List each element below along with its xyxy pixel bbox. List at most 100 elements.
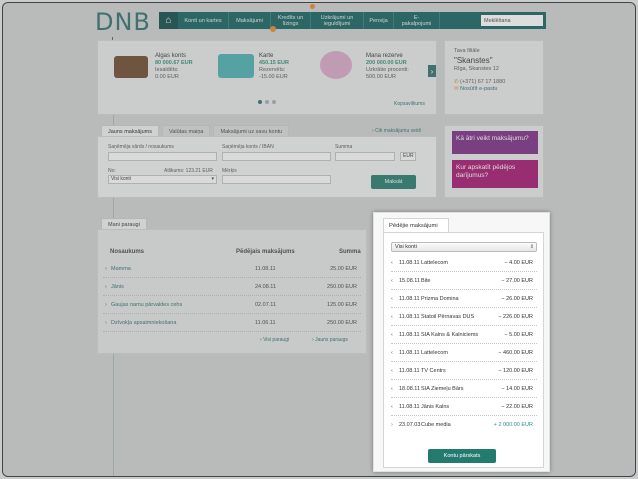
new-template-label: Jauns paraugs — [315, 337, 348, 343]
summary-link[interactable]: Kopsavilkums — [394, 101, 425, 107]
branch-phone-text: (+371) 67 17 1880 — [460, 79, 506, 85]
purpose-field[interactable] — [222, 175, 331, 184]
other-payments-link[interactable]: › Citi maksājumu veidi — [372, 128, 421, 134]
all-templates-link[interactable]: › Visi paraugi — [260, 337, 289, 343]
account-card[interactable]: Mana rezerve 200 000.00 EUR Uzkrātie pro… — [366, 53, 409, 81]
accounts-panel: Algas konts 80 000.67 EUR Iesaldēts: 0.0… — [97, 40, 437, 115]
branch-address: Rīga, Skanstes 12 — [454, 66, 499, 72]
card-icon — [218, 54, 254, 78]
template-date: 02.07.11 — [255, 302, 277, 308]
branch-phone[interactable]: ✆ (+371) 67 17 1880 — [454, 79, 534, 86]
search-input[interactable]: Meklēšana — [481, 15, 543, 26]
nav-item-credit[interactable]: Kredīts un līzings — [271, 12, 311, 29]
payment-amount: − 22.00 EUR — [501, 404, 533, 410]
chevron-right-icon: › — [105, 266, 107, 272]
account-sub-label: Uzkrātie procenti: — [366, 67, 409, 73]
payment-name: Prizma Domina — [421, 296, 459, 302]
branch-email[interactable]: ✉ Nosūtīt e-pastu — [454, 86, 534, 93]
new-template-link[interactable]: › Jauns paraugs — [312, 337, 348, 343]
list-item[interactable]: › 23.07.03 Cube media + 2 000.00 EUR — [391, 416, 537, 434]
payment-date: 11.08.11 — [399, 260, 420, 266]
nav-item-accounts[interactable]: Konti un kartes — [178, 12, 229, 29]
payment-name: Lattelecom — [421, 260, 448, 266]
active-nav-indicator — [270, 26, 276, 32]
payment-date: 15.08.11 — [399, 278, 421, 284]
table-row[interactable]: › Jānis 24.08.11 250.00 EUR — [103, 278, 361, 296]
list-item[interactable]: ‹ 11.08.11 Prizma Domina − 26.00 EUR — [391, 290, 537, 308]
from-account-select[interactable]: Visi konti ▾ — [108, 175, 217, 184]
col-last-payment: Pēdējais maksājums — [236, 249, 295, 255]
nav-item-savings[interactable]: Uzkrājumi un ieguldījumi — [311, 12, 364, 29]
promo-last-transactions[interactable]: Kur apskatīt pēdējos darījumus? — [452, 160, 538, 188]
currency-select[interactable]: EUR — [400, 152, 416, 161]
list-item[interactable]: ‹ 11.08.11 SIA Kalns & Kalniciems − 5.00… — [391, 326, 537, 344]
account-filter-value: Visi konti — [395, 244, 417, 250]
template-amount: 125.00 EUR — [327, 302, 357, 308]
from-account-value: Visi konti — [111, 176, 131, 182]
chevron-right-icon: › — [105, 284, 107, 290]
table-row[interactable]: › Gaujas namu pārvaldes cehs 02.07.11 12… — [103, 296, 361, 314]
account-sub-value: -15.00 EUR — [259, 74, 288, 80]
amount-label: Summa — [335, 144, 353, 150]
chevron-down-icon: ▾ — [211, 176, 214, 182]
branch-email-text: Nosūtīt e-pastu — [460, 86, 498, 92]
nav-item-payments[interactable]: Maksājumi — [229, 12, 271, 29]
payment-name: SIA Kalns & Kalniciems — [421, 332, 479, 338]
recipient-label: Saņēmēja vārds / nosaukums — [108, 144, 174, 150]
list-item[interactable]: ‹ 15.08.11 Bite − 27.00 EUR — [391, 272, 537, 290]
account-overview-button[interactable]: Kontu pārskats — [428, 449, 496, 463]
dnb-logo[interactable]: DNB — [95, 8, 151, 36]
branch-name: "Skanstes" — [454, 56, 493, 65]
payment-name: Lattelecom — [421, 350, 448, 356]
iban-field[interactable] — [222, 152, 331, 161]
list-item[interactable]: ‹ 11.08.11 Lattelecom − 4.00 EUR — [391, 254, 537, 272]
pay-button[interactable]: Maksāt — [371, 175, 416, 189]
payment-amount: − 460.00 EUR — [498, 350, 533, 356]
list-item[interactable]: ‹ 11.08.11 TV Centrs − 120.00 EUR — [391, 362, 537, 380]
account-sub-label: Iesaldēts: — [155, 67, 179, 73]
template-amount: 250.00 EUR — [327, 284, 357, 290]
nav-item-pension[interactable]: Pensija — [364, 12, 394, 29]
app-frame: DNB ⌂ Konti un kartes Maksājumi Kredīts … — [2, 2, 636, 477]
chevron-right-icon[interactable]: › — [428, 65, 436, 77]
top-dot — [310, 4, 315, 9]
payment-name: Bite — [421, 278, 431, 284]
chevron-right-icon: › — [391, 422, 393, 428]
table-row[interactable]: › Mamma 11.08.11 25.00 EUR — [103, 260, 361, 278]
all-templates-label: Visi paraugi — [263, 337, 290, 343]
list-item[interactable]: ‹ 11.08.11 Lattelecom − 460.00 EUR — [391, 344, 537, 362]
table-row[interactable]: › Dzīvokļa apsaimniekošana 11.06.11 250.… — [103, 314, 361, 332]
template-name: Mamma — [111, 266, 131, 272]
purpose-label: Mērķis — [222, 168, 237, 174]
template-name: Jānis — [111, 284, 124, 290]
payment-amount: − 226.00 EUR — [498, 314, 533, 320]
payment-amount: − 4.00 EUR — [504, 260, 533, 266]
payment-date: 11.08.11 — [399, 404, 420, 410]
payment-name: Cube media — [421, 422, 451, 428]
chevron-left-icon: ‹ — [391, 260, 393, 266]
chevron-left-icon: ‹ — [391, 386, 393, 392]
list-item[interactable]: ‹ 18.08.11 SIA Ziemeļu Bārs − 14.00 EUR — [391, 380, 537, 398]
payment-date: 11.08.11 — [399, 314, 420, 320]
account-label: Saņēmēja konts / IBAN — [222, 144, 274, 150]
account-sub-value: 0.00 EUR — [155, 74, 179, 80]
nav-item-eservices[interactable]: E-pakalpojumi — [394, 12, 440, 29]
home-icon[interactable]: ⌂ — [159, 12, 178, 29]
account-card[interactable]: Karte 450.15 EUR Rezervēts: -15.00 EUR — [259, 53, 289, 81]
available-balance: Atlikums: 123.21 EUR — [164, 168, 213, 174]
recipient-field[interactable] — [108, 152, 217, 161]
payment-name: Statoil Pērnavas DUS — [421, 314, 475, 320]
tab-recent-payments[interactable]: Pēdējie maksājumi — [383, 218, 449, 232]
wallet-icon — [114, 56, 148, 78]
amount-field[interactable] — [335, 152, 395, 161]
account-card[interactable]: Algas konts 80 000.67 EUR Iesaldēts: 0.0… — [155, 53, 193, 81]
chevron-right-icon: › — [105, 320, 107, 326]
payment-name: TV Centrs — [421, 368, 446, 374]
promo-how-to-pay[interactable]: Kā ātri veikt maksājumu? — [452, 131, 538, 154]
chevron-left-icon: ‹ — [391, 368, 393, 374]
list-item[interactable]: ‹ 11.08.11 Statoil Pērnavas DUS − 226.00… — [391, 308, 537, 326]
list-item[interactable]: ‹ 11.08.11 Jānis Kalns − 22.00 EUR — [391, 398, 537, 416]
account-filter-select[interactable]: Visi konti ⇕ — [391, 242, 537, 252]
chevron-down-icon: ⇕ — [529, 244, 534, 250]
carousel-dots[interactable] — [258, 100, 276, 104]
